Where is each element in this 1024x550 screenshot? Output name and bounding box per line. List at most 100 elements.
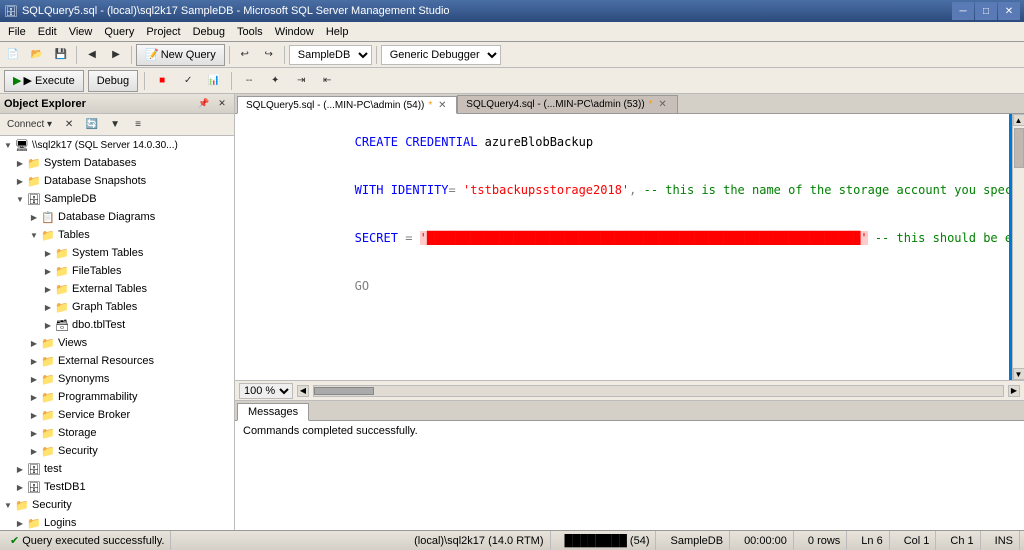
parse-btn[interactable]: ✓	[177, 70, 199, 92]
tree-item-testdb[interactable]: ▶ 🗄 test	[0, 460, 234, 478]
expander-tbltest[interactable]: ▶	[42, 319, 54, 331]
menu-item-project[interactable]: Project	[140, 24, 186, 40]
expander-diagrams[interactable]: ▶	[28, 211, 40, 223]
menu-item-edit[interactable]: Edit	[32, 24, 63, 40]
tree-item-sampledb[interactable]: ▼ 🗄 SampleDB	[0, 190, 234, 208]
expander-svc-broker[interactable]: ▶	[28, 409, 40, 421]
expander-synonyms[interactable]: ▶	[28, 373, 40, 385]
root-security-icon: 📁	[14, 497, 30, 513]
expander-db-security[interactable]: ▶	[28, 445, 40, 457]
oe-disconnect-btn[interactable]: ✕	[58, 114, 80, 136]
tree-item-server[interactable]: ▼ 🖥 \\sql2k17 (SQL Server 14.0.30...)	[0, 136, 234, 154]
comment-btn[interactable]: --	[238, 70, 260, 92]
expander-snapshots[interactable]: ▶	[14, 175, 26, 187]
tree-item-storage[interactable]: ▶ 📁 Storage	[0, 424, 234, 442]
expander-prog[interactable]: ▶	[28, 391, 40, 403]
menu-item-debug[interactable]: Debug	[187, 24, 231, 40]
scroll-down-arrow[interactable]: ▼	[1013, 368, 1024, 380]
results-tab-messages[interactable]: Messages	[237, 403, 309, 421]
expander-views[interactable]: ▶	[28, 337, 40, 349]
menu-item-help[interactable]: Help	[320, 24, 355, 40]
tree-item-filetables[interactable]: ▶ 📁 FileTables	[0, 262, 234, 280]
tree-item-testdb1[interactable]: ▶ 🗄 TestDB1	[0, 478, 234, 496]
new-file-btn[interactable]: 📄	[2, 44, 24, 66]
menu-item-tools[interactable]: Tools	[231, 24, 269, 40]
zoom-select[interactable]: 100 %	[239, 383, 293, 399]
editor-scrollbar-vertical[interactable]: ▲ ▼	[1012, 114, 1024, 380]
open-btn[interactable]: 📂	[26, 44, 48, 66]
oe-pin-btn[interactable]: 📌	[196, 96, 212, 112]
menu-item-query[interactable]: Query	[98, 24, 140, 40]
expander-sys-db[interactable]: ▶	[14, 157, 26, 169]
tree-item-prog[interactable]: ▶ 📁 Programmability	[0, 388, 234, 406]
menu-item-window[interactable]: Window	[269, 24, 320, 40]
tab-sqlquery4[interactable]: SQLQuery4.sql - (...MIN-PC\admin (53)) *…	[457, 95, 677, 113]
expander-ext-res[interactable]: ▶	[28, 355, 40, 367]
expander-ext-tables[interactable]: ▶	[42, 283, 54, 295]
tree-item-sys-tables[interactable]: ▶ 📁 System Tables	[0, 244, 234, 262]
fwd-btn[interactable]: ▶	[105, 44, 127, 66]
save-btn[interactable]: 💾	[50, 44, 72, 66]
oe-connect-btn[interactable]: Connect ▾	[2, 114, 57, 136]
tree-item-db-snapshots[interactable]: ▶ 📁 Database Snapshots	[0, 172, 234, 190]
scroll-thumb-v[interactable]	[1014, 128, 1024, 168]
tree-item-synonyms[interactable]: ▶ 📁 Synonyms	[0, 370, 234, 388]
server-label: \\sql2k17 (SQL Server 14.0.30...)	[30, 140, 178, 151]
maximize-btn[interactable]: □	[975, 2, 997, 20]
h-scrollbar[interactable]	[313, 385, 1004, 397]
diagrams-icon: 📋	[40, 209, 56, 225]
database-select[interactable]: SampleDB	[289, 45, 372, 65]
redo-btn[interactable]: ↪	[258, 44, 280, 66]
include-plan-btn[interactable]: 📊	[203, 70, 225, 92]
tree-item-views[interactable]: ▶ 📁 Views	[0, 334, 234, 352]
expander-server[interactable]: ▼	[2, 139, 14, 151]
expander-filetables[interactable]: ▶	[42, 265, 54, 277]
oe-filter-btn[interactable]: ▼	[104, 114, 126, 136]
close-btn[interactable]: ✕	[998, 2, 1020, 20]
tree-item-graph-tables[interactable]: ▶ 📁 Graph Tables	[0, 298, 234, 316]
minimize-btn[interactable]: ─	[952, 2, 974, 20]
expander-storage[interactable]: ▶	[28, 427, 40, 439]
tree-item-svc-broker[interactable]: ▶ 📁 Service Broker	[0, 406, 234, 424]
expander-sys-tables[interactable]: ▶	[42, 247, 54, 259]
testdb-label: test	[42, 463, 62, 475]
undo-btn[interactable]: ↩	[234, 44, 256, 66]
oe-close-btn[interactable]: ✕	[214, 96, 230, 112]
expander-sampledb[interactable]: ▼	[14, 193, 26, 205]
debugger-select[interactable]: Generic Debugger	[381, 45, 501, 65]
scroll-right-btn[interactable]: ▶	[1008, 385, 1020, 397]
back-btn[interactable]: ◀	[81, 44, 103, 66]
tab-sqlquery5-close[interactable]: ✕	[436, 99, 448, 111]
uncomment-btn[interactable]: ✦	[264, 70, 286, 92]
menu-item-view[interactable]: View	[63, 24, 99, 40]
tab-sqlquery4-close[interactable]: ✕	[657, 99, 669, 111]
expander-testdb1[interactable]: ▶	[14, 481, 26, 493]
expander-testdb[interactable]: ▶	[14, 463, 26, 475]
oe-more-btn[interactable]: ≡	[127, 114, 149, 136]
expander-logins[interactable]: ▶	[14, 517, 26, 529]
tree-item-tables[interactable]: ▼ 📁 Tables	[0, 226, 234, 244]
tree-item-db-security[interactable]: ▶ 📁 Security	[0, 442, 234, 460]
tree-item-system-db[interactable]: ▶ 📁 System Databases	[0, 154, 234, 172]
tab-sqlquery5[interactable]: SQLQuery5.sql - (...MIN-PC\admin (54)) *…	[237, 96, 457, 114]
tree-item-diagrams[interactable]: ▶ 📋 Database Diagrams	[0, 208, 234, 226]
scroll-up-arrow[interactable]: ▲	[1013, 114, 1024, 126]
scroll-left-btn[interactable]: ◀	[297, 385, 309, 397]
tree-item-ext-res[interactable]: ▶ 📁 External Resources	[0, 352, 234, 370]
stop-btn[interactable]: ■	[151, 70, 173, 92]
tree-item-tbltest[interactable]: ▶ 🗃 dbo.tblTest	[0, 316, 234, 334]
expander-graph-tables[interactable]: ▶	[42, 301, 54, 313]
menu-item-file[interactable]: File	[2, 24, 32, 40]
new-query-btn[interactable]: 📝 New Query	[136, 44, 225, 66]
debug-btn[interactable]: Debug	[88, 70, 138, 92]
tree-item-root-security[interactable]: ▼ 📁 Security	[0, 496, 234, 514]
expander-root-security[interactable]: ▼	[2, 499, 14, 511]
expander-tables[interactable]: ▼	[28, 229, 40, 241]
tree-item-external-tables[interactable]: ▶ 📁 External Tables	[0, 280, 234, 298]
indent-btn[interactable]: ⇥	[290, 70, 312, 92]
sql-editor[interactable]: CREATE CREDENTIAL azureBlobBackup WITH I…	[235, 114, 1009, 380]
tree-item-logins[interactable]: ▶ 📁 Logins	[0, 514, 234, 530]
execute-btn[interactable]: ▶ ▶ Execute	[4, 70, 84, 92]
outdent-btn[interactable]: ⇤	[316, 70, 338, 92]
oe-refresh-btn[interactable]: 🔄	[81, 114, 103, 136]
